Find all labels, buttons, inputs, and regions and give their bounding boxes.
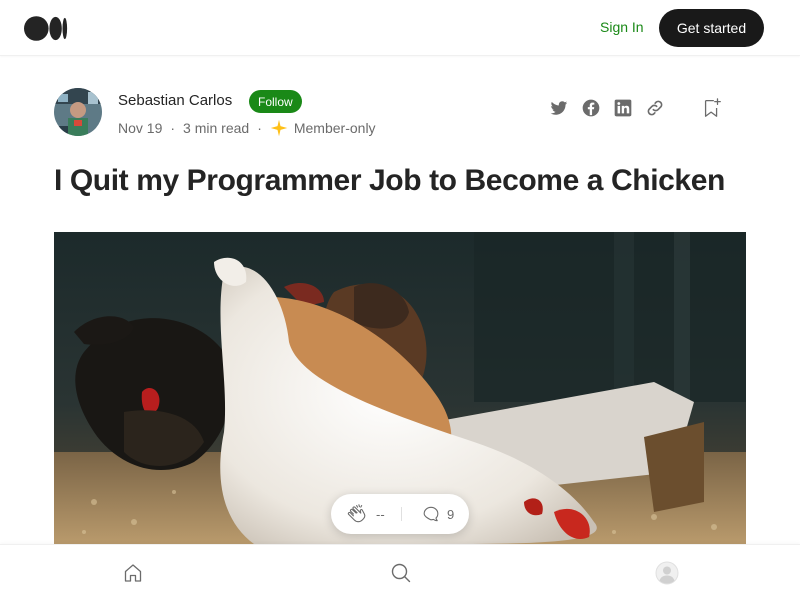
- medium-logo[interactable]: [24, 16, 68, 41]
- follow-button[interactable]: Follow: [249, 90, 302, 113]
- bookmark-add-icon[interactable]: [701, 97, 723, 119]
- top-bar: Sign In Get started: [0, 0, 800, 56]
- get-started-button[interactable]: Get started: [659, 9, 764, 47]
- sign-in-link[interactable]: Sign In: [600, 19, 644, 35]
- publish-date: Nov 19: [118, 120, 163, 136]
- clap-icon[interactable]: [347, 503, 369, 525]
- engagement-bar: -- 9: [331, 494, 469, 534]
- author-name[interactable]: Sebastian Carlos: [118, 92, 232, 109]
- home-icon[interactable]: [121, 561, 145, 585]
- member-star-icon: [270, 119, 288, 137]
- meta-separator: ·: [170, 120, 176, 136]
- clap-count: --: [376, 507, 385, 522]
- meta-separator: ·: [257, 120, 262, 136]
- profile-icon[interactable]: [655, 561, 679, 585]
- response-icon[interactable]: [421, 504, 441, 524]
- member-only-label: Member-only: [293, 120, 376, 136]
- article-meta: Nov 19 · 3 min read · Member-only: [118, 119, 376, 137]
- author-avatar[interactable]: [54, 88, 102, 136]
- response-count: 9: [447, 507, 455, 522]
- read-time: 3 min read: [183, 120, 250, 136]
- article-title: I Quit my Programmer Job to Become a Chi…: [54, 164, 725, 197]
- facebook-icon[interactable]: [581, 98, 601, 118]
- link-icon[interactable]: [645, 98, 665, 118]
- engagement-divider: [401, 507, 402, 521]
- linkedin-icon[interactable]: [613, 98, 633, 118]
- bottom-nav: [0, 544, 800, 600]
- twitter-icon[interactable]: [549, 98, 569, 118]
- search-icon[interactable]: [389, 561, 413, 585]
